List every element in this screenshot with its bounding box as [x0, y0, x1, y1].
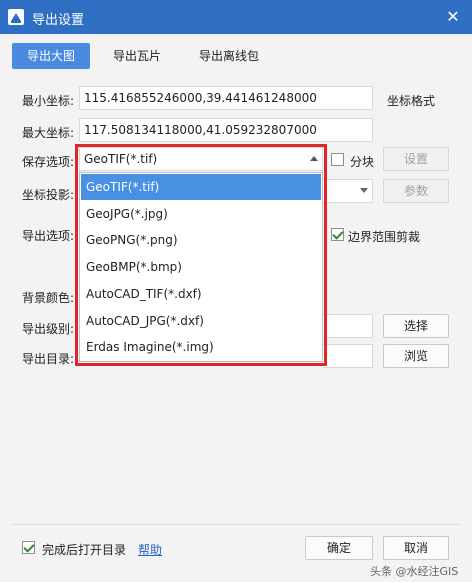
- app-logo-icon: [8, 9, 24, 25]
- tab-export-large-image[interactable]: 导出大图: [12, 43, 90, 69]
- tab-bar: 导出大图 导出瓦片 导出离线包: [0, 34, 472, 80]
- export-dir-input[interactable]: [323, 344, 373, 368]
- min-coord-input[interactable]: 115.416855246000,39.441461248000: [79, 86, 373, 110]
- bg-color-label: 背景颜色:: [22, 291, 75, 305]
- export-level-input[interactable]: [323, 314, 373, 338]
- cancel-button[interactable]: 取消: [383, 536, 449, 560]
- title-bar: 导出设置 ✕: [0, 0, 472, 34]
- projection-label: 坐标投影:: [22, 188, 75, 202]
- export-option-label: 导出选项:: [22, 229, 75, 243]
- footer-divider: [12, 524, 460, 525]
- save-option-label: 保存选项:: [22, 155, 75, 169]
- chevron-down-icon[interactable]: [360, 188, 368, 193]
- close-icon[interactable]: ✕: [442, 6, 464, 28]
- browse-button[interactable]: 浏览: [383, 344, 449, 368]
- export-dir-label: 导出目录:: [22, 352, 75, 366]
- watermark-text: 头条 @水经注GIS: [370, 565, 459, 578]
- tab-export-tiles[interactable]: 导出瓦片: [100, 43, 174, 69]
- block-label: 分块: [350, 155, 375, 169]
- params-button[interactable]: 参数: [383, 179, 449, 203]
- max-coord-input[interactable]: 117.508134118000,41.059232807000: [79, 118, 373, 142]
- tab-export-offline-package[interactable]: 导出离线包: [184, 43, 274, 69]
- highlight-frame: [75, 144, 327, 366]
- open-dir-checkbox[interactable]: [22, 541, 35, 554]
- border-clip-label: 边界范围剪裁: [348, 230, 421, 244]
- block-checkbox[interactable]: [331, 153, 344, 166]
- ok-button[interactable]: 确定: [305, 536, 373, 560]
- border-clip-checkbox[interactable]: [331, 228, 344, 241]
- help-link[interactable]: 帮助: [138, 541, 162, 558]
- export-level-label: 导出级别:: [22, 322, 75, 336]
- settings-button[interactable]: 设置: [383, 147, 449, 171]
- coord-format-label: 坐标格式: [387, 94, 436, 108]
- min-coord-label: 最小坐标:: [22, 94, 75, 108]
- max-coord-label: 最大坐标:: [22, 126, 75, 140]
- open-dir-label: 完成后打开目录: [42, 543, 127, 557]
- select-button[interactable]: 选择: [383, 314, 449, 338]
- window-title: 导出设置: [32, 13, 85, 28]
